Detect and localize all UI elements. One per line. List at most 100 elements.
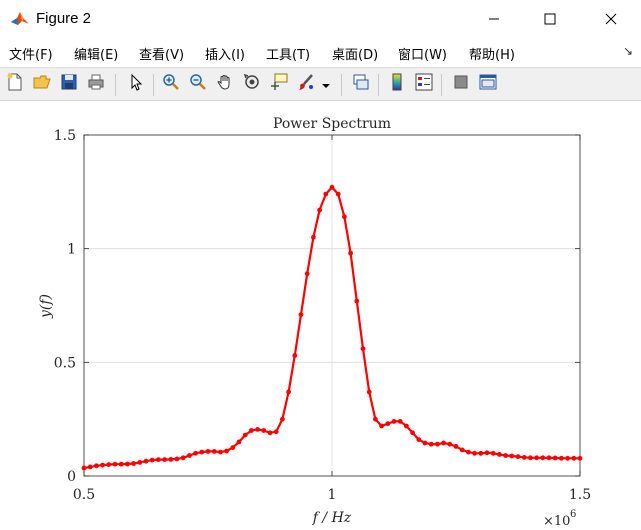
new-figure-button[interactable] xyxy=(4,73,26,95)
y-tick-label: 0.5 xyxy=(54,355,76,371)
data-point xyxy=(428,441,434,447)
brush-dropdown-icon xyxy=(322,75,330,94)
data-point xyxy=(162,457,168,462)
menu-view[interactable]: 查看(V) xyxy=(139,44,184,63)
hide-plot-tools-button[interactable] xyxy=(450,73,472,95)
data-point xyxy=(292,353,298,358)
colorbar-button[interactable] xyxy=(386,73,408,95)
brush-icon xyxy=(297,73,315,95)
data-point xyxy=(447,441,453,447)
data-point xyxy=(490,450,496,456)
data-point xyxy=(441,440,446,446)
data-point xyxy=(478,450,484,456)
data-point xyxy=(497,452,502,457)
data-point xyxy=(193,450,199,456)
data-point xyxy=(261,428,267,433)
save-button[interactable] xyxy=(58,73,80,95)
data-point xyxy=(304,271,310,277)
menu-tools[interactable]: 工具(T) xyxy=(266,44,310,63)
x-tick-label: 1.5 xyxy=(569,487,591,503)
data-point xyxy=(323,191,329,197)
data-point xyxy=(329,184,335,190)
rotate-3d-button[interactable] xyxy=(241,73,263,95)
data-point xyxy=(280,416,285,422)
data-point xyxy=(416,437,422,442)
data-point xyxy=(366,389,372,395)
data-point xyxy=(546,455,552,461)
menu-desktop[interactable]: 桌面(D) xyxy=(332,44,378,63)
minimize-button[interactable] xyxy=(471,0,517,38)
data-point xyxy=(205,449,211,454)
show-plot-tools-button[interactable] xyxy=(477,73,499,95)
data-point xyxy=(360,346,366,352)
colorbar-icon xyxy=(388,73,406,95)
menu-edit[interactable]: 编辑(E) xyxy=(74,44,118,63)
toolbar-separator xyxy=(153,74,154,96)
data-point xyxy=(112,461,118,467)
legend-button[interactable] xyxy=(413,73,435,95)
brush-dropdown-button[interactable] xyxy=(320,73,332,95)
zoom-in-icon xyxy=(162,73,180,95)
menu-insert[interactable]: 插入(I) xyxy=(205,44,245,63)
x-tick-label: 1 xyxy=(328,487,337,503)
data-point xyxy=(521,455,527,460)
data-point xyxy=(94,463,99,469)
data-point xyxy=(100,462,105,468)
zoom-out-button[interactable] xyxy=(187,73,209,95)
data-point xyxy=(397,419,403,424)
open-file-icon xyxy=(33,73,51,95)
brush-button[interactable] xyxy=(295,73,317,95)
data-point xyxy=(509,453,515,459)
data-point xyxy=(391,419,397,424)
rotate-3d-icon xyxy=(243,73,261,95)
y-tick-label: 1.5 xyxy=(54,128,76,144)
close-button[interactable] xyxy=(588,0,634,38)
data-point xyxy=(534,455,539,461)
pan-button[interactable] xyxy=(214,73,236,95)
data-point xyxy=(137,460,143,465)
data-point xyxy=(273,429,279,435)
data-point xyxy=(379,423,384,429)
data-point xyxy=(515,454,521,460)
data-point xyxy=(571,455,577,461)
minimize-icon xyxy=(488,10,500,29)
chart-title: Power Spectrum xyxy=(273,116,391,132)
menu-window[interactable]: 窗口(W) xyxy=(398,44,447,63)
data-point xyxy=(255,427,260,432)
x-axis-label: f / Hz xyxy=(312,510,352,526)
menu-overflow-arrow-icon[interactable]: ↘ xyxy=(623,44,633,58)
toolbar-separator xyxy=(378,74,379,96)
open-file-button[interactable] xyxy=(31,73,53,95)
link-plot-button[interactable] xyxy=(350,73,372,95)
data-cursor-button[interactable] xyxy=(268,73,290,95)
matlab-logo-icon xyxy=(10,9,30,29)
data-point xyxy=(242,432,248,438)
maximize-button[interactable] xyxy=(527,0,573,38)
figure-canvas[interactable]: 0.5 1 1.5 0 0.5 1 1.5 Power Spectrum f / Hz y(… xyxy=(0,101,641,530)
power-spectrum-chart: 0.5 1 1.5 0 0.5 1 1.5 Power Spectrum f / Hz y(… xyxy=(38,116,591,529)
new-figure-icon xyxy=(6,73,24,95)
print-button[interactable] xyxy=(85,73,107,95)
data-point xyxy=(466,449,471,455)
pointer-button[interactable] xyxy=(125,73,147,95)
toolbar-separator xyxy=(341,74,342,96)
data-point xyxy=(230,445,236,450)
pointer-icon xyxy=(127,73,145,95)
data-point xyxy=(503,453,508,458)
data-point xyxy=(187,453,192,458)
y-axis-label: y(f) xyxy=(38,294,54,319)
data-point xyxy=(180,455,186,461)
data-point xyxy=(472,450,477,456)
menu-file[interactable]: 文件(F) xyxy=(9,44,53,63)
data-point xyxy=(106,462,112,467)
data-point xyxy=(125,461,130,467)
zoom-in-button[interactable] xyxy=(160,73,182,95)
data-point xyxy=(484,450,490,456)
data-point xyxy=(577,455,583,461)
data-point xyxy=(218,449,223,455)
data-point xyxy=(410,430,415,436)
data-point xyxy=(311,234,316,240)
menu-help[interactable]: 帮助(H) xyxy=(469,44,515,63)
data-point xyxy=(149,457,155,463)
data-point xyxy=(81,465,87,471)
